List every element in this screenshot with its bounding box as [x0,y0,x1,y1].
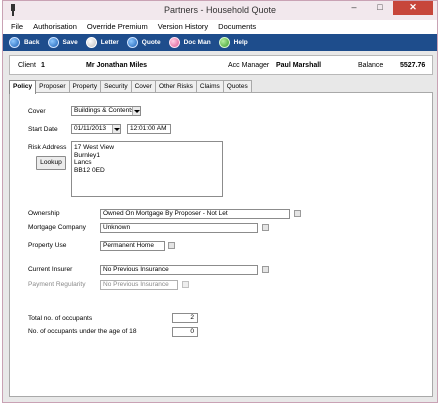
doc-man-button[interactable]: Doc Man [168,37,211,48]
menu-authorisation[interactable]: Authorisation [33,20,77,34]
cover-value: Buildings & Contents [74,107,135,114]
total-occupants-field[interactable]: 2 [172,313,198,323]
back-arrow-icon [9,37,20,48]
payment-regularity-label: Payment Regularity [28,281,86,288]
start-date-value: 01/11/2013 [74,125,107,132]
menu-documents[interactable]: Documents [218,20,256,34]
title-bar[interactable]: Partners - Household Quote – □ ✕ [3,1,437,20]
under-18-occupants-field[interactable]: 0 [172,327,198,337]
current-insurer-label: Current Insurer [28,266,73,273]
ownership-lookup-button[interactable] [294,210,301,217]
letter-button[interactable]: Letter [85,37,119,48]
app-window: Partners - Household Quote – □ ✕ File Au… [2,0,438,403]
back-button[interactable]: Back [9,37,40,48]
ownership-field[interactable]: Owned On Mortgage By Proposer - Not Let [100,209,290,219]
quote-label: Quote [141,39,161,46]
letter-icon [85,37,97,48]
start-date-picker[interactable]: 01/11/2013 [71,124,121,134]
property-use-field[interactable]: Permanent Home [100,241,165,251]
client-info-bar: Client 1 Mr Jonathan Miles Acc Manager P… [9,55,433,75]
start-time-field[interactable]: 12:01:00 AM [127,124,171,134]
client-name: Mr Jonathan Miles [86,62,148,69]
letter-label: Letter [100,39,119,46]
payment-regularity-field[interactable]: No Previous Insurance [100,280,178,290]
address-line: Burnley1 [74,151,101,159]
address-line: Lancs [74,159,92,166]
quote-icon [126,37,138,48]
menu-bar: File Authorisation Override Premium Vers… [3,20,437,34]
acc-manager-label: Acc Manager [228,62,270,69]
balance-value: 5527.76 [400,62,426,69]
chevron-down-icon [112,125,120,133]
maximize-button[interactable]: □ [367,1,393,15]
address-line: 17 West View [74,144,115,151]
chevron-down-icon [132,107,140,115]
current-insurer-lookup-button[interactable] [262,266,269,273]
address-line: BB12 0ED [74,166,105,174]
mortgage-company-label: Mortgage Company [28,224,86,231]
property-use-lookup-button[interactable] [168,242,175,249]
under-18-occupants-label: No. of occupants under the age of 18 [28,328,137,335]
quote-button[interactable]: Quote [126,37,161,48]
save-label: Save [62,39,78,46]
risk-address-label: Risk Address [28,144,67,151]
current-insurer-field[interactable]: No Previous Insurance [100,265,258,275]
close-button[interactable]: ✕ [393,1,433,15]
cover-select[interactable]: Buildings & Contents [71,106,141,116]
tab-policy[interactable]: Policy [9,80,37,94]
help-label: Help [233,39,248,46]
ownership-label: Ownership [28,210,60,217]
start-date-label: Start Date [28,126,58,133]
help-icon [218,37,230,48]
doc-man-label: Doc Man [183,39,211,46]
lookup-button[interactable]: Lookup [36,156,66,170]
menu-file[interactable]: File [11,20,23,34]
help-button[interactable]: Help [218,37,248,48]
mortgage-lookup-button[interactable] [262,224,269,231]
save-button[interactable]: Save [47,37,78,48]
doc-man-icon [168,37,180,48]
mortgage-company-field[interactable]: Unknown [100,223,258,233]
back-label: Back [24,39,40,46]
policy-panel: Cover Buildings & Contents Start Date 01… [9,92,433,397]
client-label: Client [18,62,36,69]
toolbar: Back Save Letter Quote Doc Man Help [3,34,437,51]
risk-address-textarea[interactable]: 17 West View Burnley1 Lancs BB12 0ED [71,141,223,197]
client-id: 1 [41,62,45,69]
save-icon [47,37,59,48]
total-occupants-label: Total no. of occupants [28,315,93,322]
menu-version-history[interactable]: Version History [158,20,208,34]
payment-regularity-lookup-button[interactable] [182,281,189,288]
minimize-button[interactable]: – [341,1,367,15]
balance-label: Balance [358,62,384,69]
cover-label: Cover [28,108,46,115]
menu-override-premium[interactable]: Override Premium [87,20,148,34]
acc-manager-name: Paul Marshall [276,62,322,69]
property-use-label: Property Use [28,242,67,249]
